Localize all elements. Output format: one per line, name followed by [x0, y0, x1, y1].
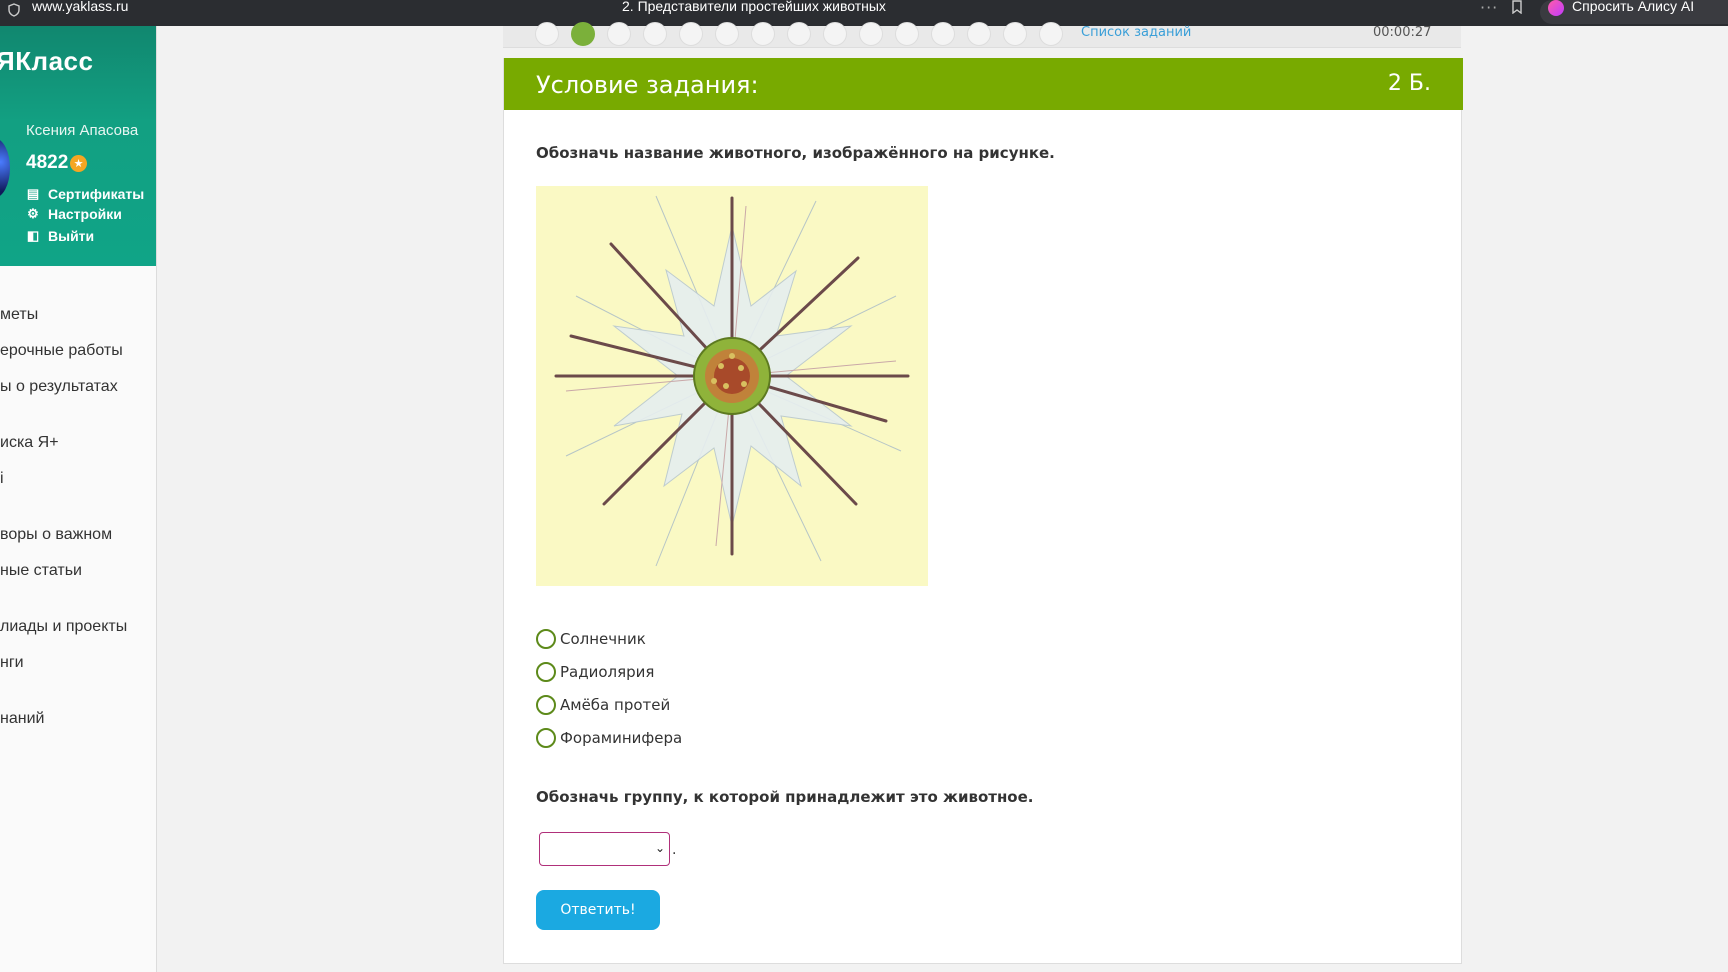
- more-icon[interactable]: ···: [1480, 0, 1498, 17]
- submit-button[interactable]: Ответить!: [536, 890, 660, 930]
- settings-link[interactable]: ⚙ Настройки: [26, 206, 122, 222]
- ask-alice-button[interactable]: Спросить Алису AI: [1540, 0, 1728, 24]
- task-card: Условие задания: 2 Б. Обозначь название …: [503, 58, 1463, 964]
- option-label: Солнечник: [560, 629, 646, 648]
- logo[interactable]: ЯКласс: [0, 46, 93, 77]
- task-header-title: Условие задания:: [536, 71, 759, 99]
- page-title: 2. Представители простейших животных: [622, 0, 886, 14]
- pager-item[interactable]: [679, 22, 703, 46]
- logout-link[interactable]: ◧ Выйти: [26, 228, 94, 244]
- sidebar-item-olympiads[interactable]: лиады и проекты: [0, 618, 127, 636]
- select-suffix: .: [672, 842, 677, 858]
- sidebar: ЯКласс Ксения Апасова 4822 ★ ▤ Сертифика…: [0, 26, 157, 972]
- option-3[interactable]: Амёба протей: [536, 688, 682, 721]
- bookmark-icon[interactable]: [1510, 0, 1524, 14]
- chevron-down-icon: ⌄: [654, 841, 665, 855]
- task-score: 2 Б.: [1387, 71, 1431, 96]
- radio-button[interactable]: [536, 661, 556, 682]
- avatar[interactable]: [0, 138, 10, 198]
- gear-icon: ⚙: [27, 206, 39, 221]
- option-label: Амёба протей: [560, 695, 671, 714]
- sidebar-profile: ЯКласс Ксения Апасова 4822 ★ ▤ Сертифика…: [0, 26, 156, 266]
- pager-item[interactable]: [1039, 22, 1063, 46]
- radio-button[interactable]: [536, 694, 556, 715]
- star-icon: ★: [70, 155, 87, 172]
- organism-image: [536, 186, 928, 586]
- pager-item[interactable]: [895, 22, 919, 46]
- user-name[interactable]: Ксения Апасова: [26, 122, 138, 139]
- group-select[interactable]: ⌄: [539, 832, 670, 866]
- ask-alice-label: Спросить Алису AI: [1572, 0, 1695, 14]
- pager-item[interactable]: [967, 22, 991, 46]
- pager-item[interactable]: [643, 22, 667, 46]
- option-label: Фораминифера: [560, 728, 683, 747]
- question-1: Обозначь название животного, изображённо…: [536, 144, 1055, 162]
- option-2[interactable]: Радиолярия: [536, 655, 682, 688]
- radio-button[interactable]: [536, 727, 556, 748]
- points-count: 4822: [26, 152, 69, 173]
- alice-icon: [1548, 0, 1564, 16]
- pager-item[interactable]: [931, 22, 955, 46]
- task-pager: Список заданий 00:00:27: [503, 22, 1461, 48]
- timer: 00:00:27: [1373, 25, 1432, 40]
- sidebar-item-subjects[interactable]: меты: [0, 306, 38, 324]
- sidebar-item-tests[interactable]: ерочные работы: [0, 342, 123, 360]
- answer-options: Солнечник Радиолярия Амёба протей Форами…: [536, 622, 682, 754]
- question-2: Обозначь группу, к которой принадлежит э…: [536, 788, 1034, 806]
- pager-item[interactable]: [751, 22, 775, 46]
- sidebar-item-articles[interactable]: ные статьи: [0, 562, 82, 580]
- task-header: Условие задания: 2 Б.: [504, 58, 1463, 110]
- option-label: Радиолярия: [560, 662, 655, 681]
- sidebar-item-knowledge[interactable]: наний: [0, 710, 44, 728]
- pager-item[interactable]: [607, 22, 631, 46]
- radiolarian-illustration: [554, 195, 910, 567]
- certificates-label: Сертификаты: [48, 186, 145, 202]
- pager-item[interactable]: [715, 22, 739, 46]
- pager-item[interactable]: [787, 22, 811, 46]
- logout-icon: ◧: [26, 228, 40, 243]
- sidebar-item-results[interactable]: ы о результатах: [0, 378, 118, 396]
- pager-item[interactable]: [1003, 22, 1027, 46]
- browser-toolbar: www.yaklass.ru 2. Представители простейш…: [0, 0, 1728, 26]
- logout-label: Выйти: [48, 228, 95, 244]
- sidebar-item-talks[interactable]: воры о важном: [0, 526, 112, 544]
- task-list-link[interactable]: Список заданий: [1081, 25, 1191, 40]
- option-4[interactable]: Фораминифера: [536, 721, 682, 754]
- settings-label: Настройки: [48, 206, 122, 222]
- certificate-icon: ▤: [26, 186, 40, 201]
- sidebar-item-misc[interactable]: і: [0, 470, 4, 488]
- pager-item-active[interactable]: [571, 22, 595, 46]
- certificates-link[interactable]: ▤ Сертификаты: [26, 186, 144, 202]
- sidebar-item-subscription[interactable]: иска Я+: [0, 434, 59, 452]
- pager-item[interactable]: [823, 22, 847, 46]
- sidebar-item-ratings[interactable]: нги: [0, 654, 24, 672]
- address-bar[interactable]: www.yaklass.ru: [32, 0, 128, 13]
- radio-button[interactable]: [536, 628, 556, 649]
- pager-item[interactable]: [859, 22, 883, 46]
- shield-icon: [8, 3, 20, 17]
- option-1[interactable]: Солнечник: [536, 622, 682, 655]
- pager-item[interactable]: [535, 22, 559, 46]
